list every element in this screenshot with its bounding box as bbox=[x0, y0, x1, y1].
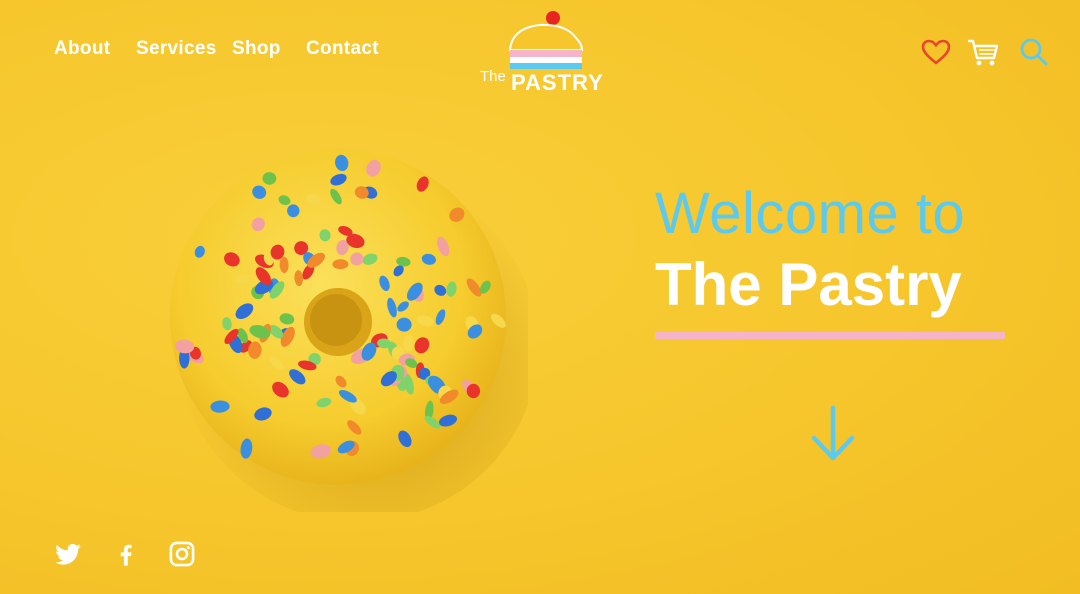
donut-image bbox=[158, 132, 538, 522]
hero-welcome: Welcome to bbox=[655, 181, 966, 246]
logo[interactable]: The PASTRY bbox=[478, 8, 603, 103]
hero-underline bbox=[655, 332, 1005, 339]
sprinkle bbox=[332, 259, 349, 270]
nav-shop[interactable]: Shop bbox=[232, 38, 281, 60]
search-icon[interactable] bbox=[1018, 36, 1050, 68]
nav-about[interactable]: About bbox=[54, 38, 110, 60]
cupcake-logo-icon bbox=[508, 11, 584, 69]
arrow-down-icon[interactable] bbox=[810, 405, 856, 463]
twitter-icon[interactable] bbox=[54, 540, 82, 568]
header-icons bbox=[920, 36, 1050, 68]
heart-icon[interactable] bbox=[920, 36, 952, 68]
social-links bbox=[54, 540, 204, 568]
facebook-icon[interactable] bbox=[112, 540, 140, 568]
page: About Services Shop Contact The PASTRY W… bbox=[0, 0, 1080, 594]
hero-title: The Pastry bbox=[655, 251, 962, 318]
logo-prefix: The bbox=[480, 68, 506, 85]
instagram-icon[interactable] bbox=[168, 540, 196, 568]
cart-icon[interactable] bbox=[966, 36, 999, 68]
nav-services[interactable]: Services bbox=[136, 38, 217, 60]
nav-contact[interactable]: Contact bbox=[306, 38, 379, 60]
logo-name: PASTRY bbox=[511, 70, 604, 95]
